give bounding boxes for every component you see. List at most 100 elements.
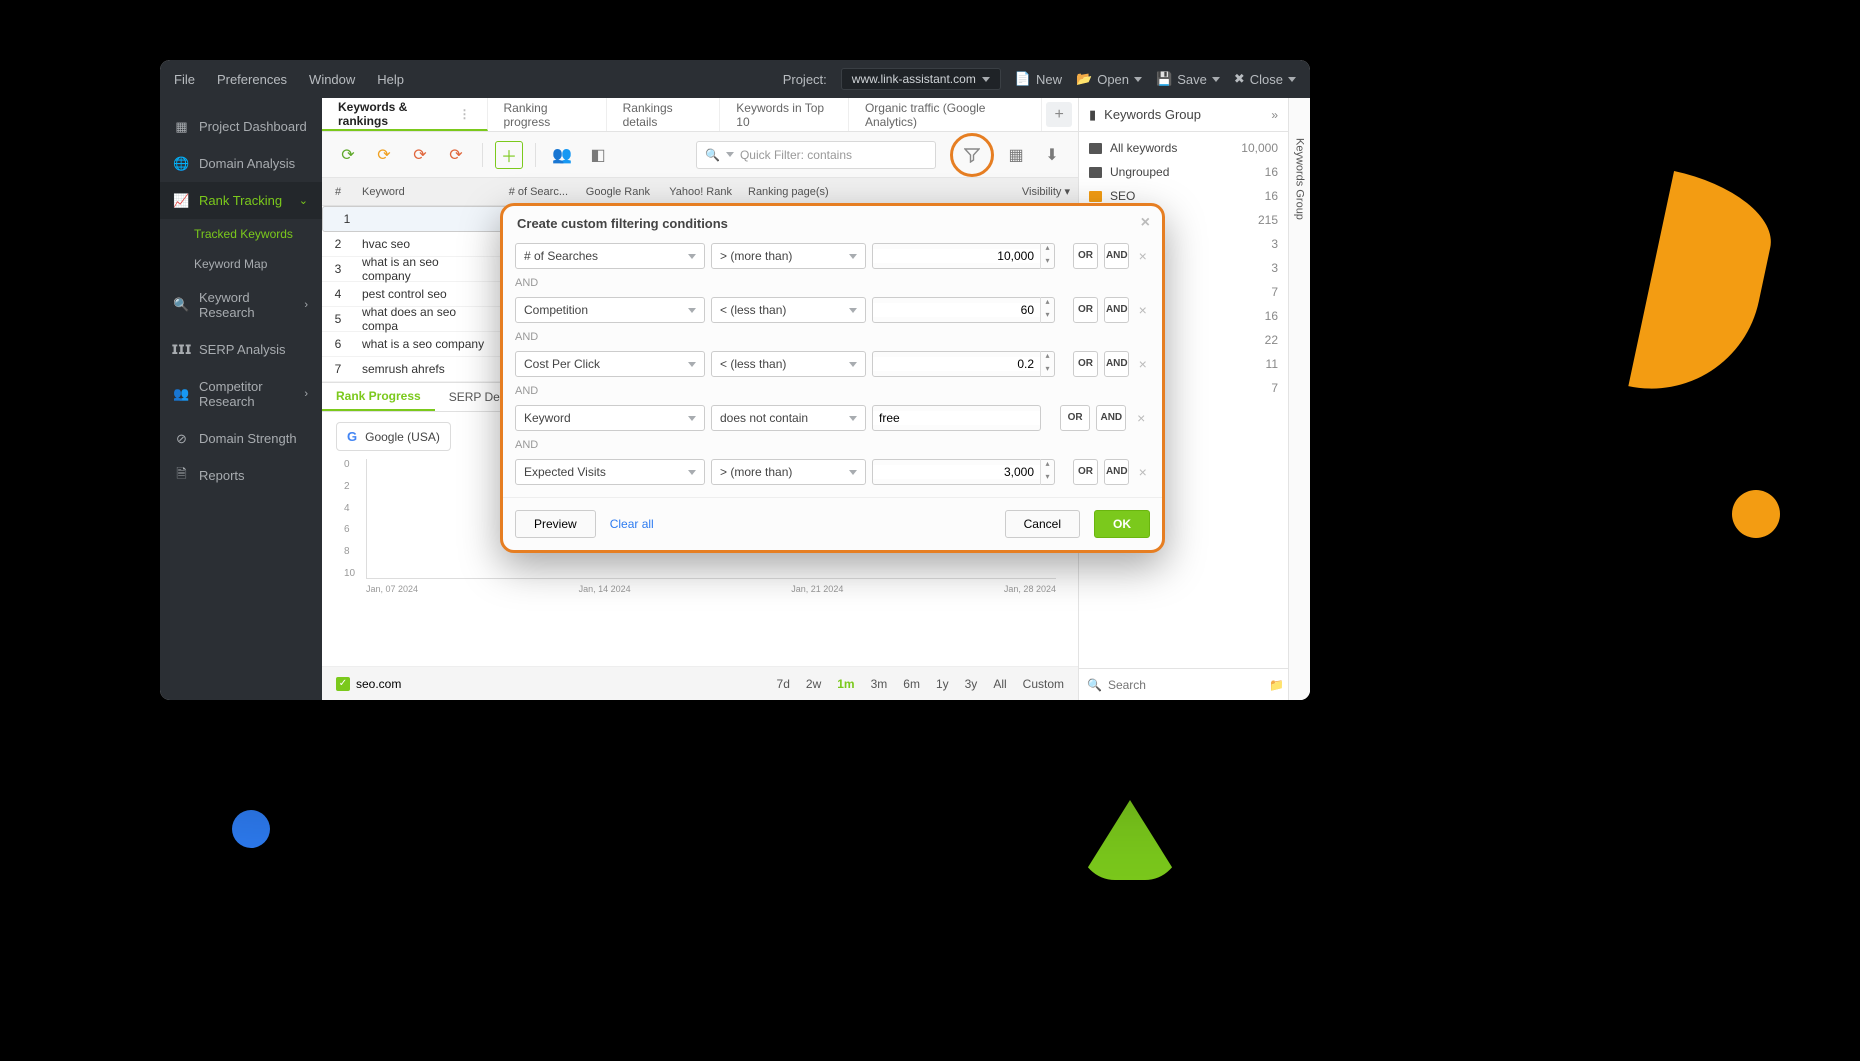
tag-button[interactable]: ◧ [584,141,612,169]
preview-button[interactable]: Preview [515,510,596,538]
tab-organic-traffic[interactable]: Organic traffic (Google Analytics) [849,98,1042,131]
range-Custom[interactable]: Custom [1023,677,1064,691]
tab-ranking-progress[interactable]: Ranking progress [488,98,607,131]
legend-item[interactable]: ✓ seo.com [336,677,401,691]
menu-preferences[interactable]: Preferences [217,72,287,87]
and-button[interactable]: AND [1104,297,1129,323]
filter-button[interactable] [958,141,986,169]
clear-all-link[interactable]: Clear all [610,517,654,531]
th-ranking-pages[interactable]: Ranking page(s) [740,186,988,198]
spinner[interactable]: ▴▾ [1040,459,1054,485]
save-button[interactable]: 💾Save [1156,71,1220,87]
refresh-visibility-button[interactable]: ⟳ [442,141,470,169]
spinner-down-icon[interactable]: ▾ [1041,472,1054,485]
range-All[interactable]: All [993,677,1006,691]
project-select[interactable]: www.link-assistant.com [841,68,1001,90]
group-item[interactable]: Ungrouped16 [1079,160,1288,184]
spinner-up-icon[interactable]: ▴ [1041,459,1054,472]
sidebar-item-competitor-research[interactable]: 👥Competitor Research› [160,368,322,420]
quick-filter-input[interactable]: 🔍 Quick Filter: contains [696,141,936,169]
and-button[interactable]: AND [1104,351,1129,377]
value-input[interactable] [873,303,1040,317]
vertical-tab[interactable]: Keywords Group [1288,98,1310,700]
sidebar-item-dashboard[interactable]: ▦Project Dashboard [160,108,322,145]
column-select[interactable]: Cost Per Click [515,351,705,377]
menu-help[interactable]: Help [377,72,404,87]
ok-button[interactable]: OK [1094,510,1150,538]
column-select[interactable]: Keyword [515,405,705,431]
cancel-button[interactable]: Cancel [1005,510,1080,538]
column-select[interactable]: Competition [515,297,705,323]
spinner[interactable]: ▴▾ [1040,351,1054,377]
value-input[interactable] [873,411,1040,425]
th-google-rank[interactable]: Google Rank [576,186,658,198]
refresh-kw-button[interactable]: ⟳ [334,141,362,169]
spinner-down-icon[interactable]: ▾ [1041,310,1054,323]
chart-engine-select[interactable]: G Google (USA) [336,422,451,451]
export-button[interactable]: ⬇ [1038,141,1066,169]
delete-condition-button[interactable]: × [1135,248,1150,264]
value-input[interactable] [873,465,1040,479]
columns-button[interactable]: ▦ [1002,141,1030,169]
refresh-rank-button[interactable]: ⟳ [370,141,398,169]
or-button[interactable]: OR [1060,405,1090,431]
spinner-up-icon[interactable]: ▴ [1041,297,1054,310]
refresh-all-button[interactable]: ⟳ [406,141,434,169]
value-input[interactable] [873,357,1040,371]
sidebar-sub-keyword-map[interactable]: Keyword Map [160,249,322,279]
th-yahoo-rank[interactable]: Yahoo! Rank [658,186,740,198]
or-button[interactable]: OR [1073,351,1098,377]
add-tab-button[interactable]: + [1046,102,1072,127]
delete-condition-button[interactable]: × [1135,356,1150,372]
group-button[interactable]: 👥 [548,141,576,169]
range-3y[interactable]: 3y [965,677,978,691]
sidebar-item-rank-tracking[interactable]: 📈Rank Tracking⌄ [160,182,322,219]
new-button[interactable]: 📄New [1015,71,1062,87]
operator-select[interactable]: < (less than) [711,297,866,323]
column-select[interactable]: Expected Visits [515,459,705,485]
open-button[interactable]: 📂Open [1076,71,1142,87]
th-searches[interactable]: # of Searc... [494,186,576,198]
group-item[interactable]: All keywords10,000 [1079,136,1288,160]
sidebar-item-serp-analysis[interactable]: 𝗜𝗜𝗜SERP Analysis [160,331,322,368]
menu-window[interactable]: Window [309,72,355,87]
th-num[interactable]: # [322,186,354,198]
sidebar-item-domain-analysis[interactable]: 🌐Domain Analysis [160,145,322,182]
range-1m[interactable]: 1m [837,677,854,691]
range-7d[interactable]: 7d [777,677,790,691]
range-6m[interactable]: 6m [903,677,920,691]
or-button[interactable]: OR [1073,459,1098,485]
btab-rank-progress[interactable]: Rank Progress [322,383,435,411]
th-keyword[interactable]: Keyword [354,186,494,198]
operator-select[interactable]: does not contain [711,405,866,431]
tab-keywords-top10[interactable]: Keywords in Top 10 [720,98,849,131]
value-input[interactable] [873,249,1040,263]
range-2w[interactable]: 2w [806,677,821,691]
or-button[interactable]: OR [1073,243,1098,269]
operator-select[interactable]: > (more than) [711,243,866,269]
operator-select[interactable]: < (less than) [711,351,866,377]
operator-select[interactable]: > (more than) [711,459,866,485]
and-button[interactable]: AND [1104,459,1129,485]
sidebar-item-domain-strength[interactable]: ⊘Domain Strength [160,420,322,457]
or-button[interactable]: OR [1073,297,1098,323]
delete-condition-button[interactable]: × [1135,464,1150,480]
range-3m[interactable]: 3m [871,677,888,691]
and-button[interactable]: AND [1104,243,1129,269]
column-select[interactable]: # of Searches [515,243,705,269]
spinner-up-icon[interactable]: ▴ [1041,351,1054,364]
new-folder-icon[interactable]: 📁 [1269,678,1284,692]
tab-rankings-details[interactable]: Rankings details [607,98,721,131]
group-search-input[interactable] [1108,678,1263,692]
modal-close-button[interactable]: × [1141,214,1150,232]
delete-condition-button[interactable]: × [1135,302,1150,318]
close-button[interactable]: ✖Close [1234,71,1296,87]
and-button[interactable]: AND [1096,405,1126,431]
menu-file[interactable]: File [174,72,195,87]
sidebar-item-reports[interactable]: 🗎Reports [160,457,322,494]
sidebar-sub-tracked-keywords[interactable]: Tracked Keywords [160,219,322,249]
add-keyword-button[interactable]: ＋ [495,141,523,169]
spinner-up-icon[interactable]: ▴ [1041,243,1054,256]
spinner[interactable]: ▴▾ [1040,297,1054,323]
sidebar-item-keyword-research[interactable]: 🔍Keyword Research› [160,279,322,331]
